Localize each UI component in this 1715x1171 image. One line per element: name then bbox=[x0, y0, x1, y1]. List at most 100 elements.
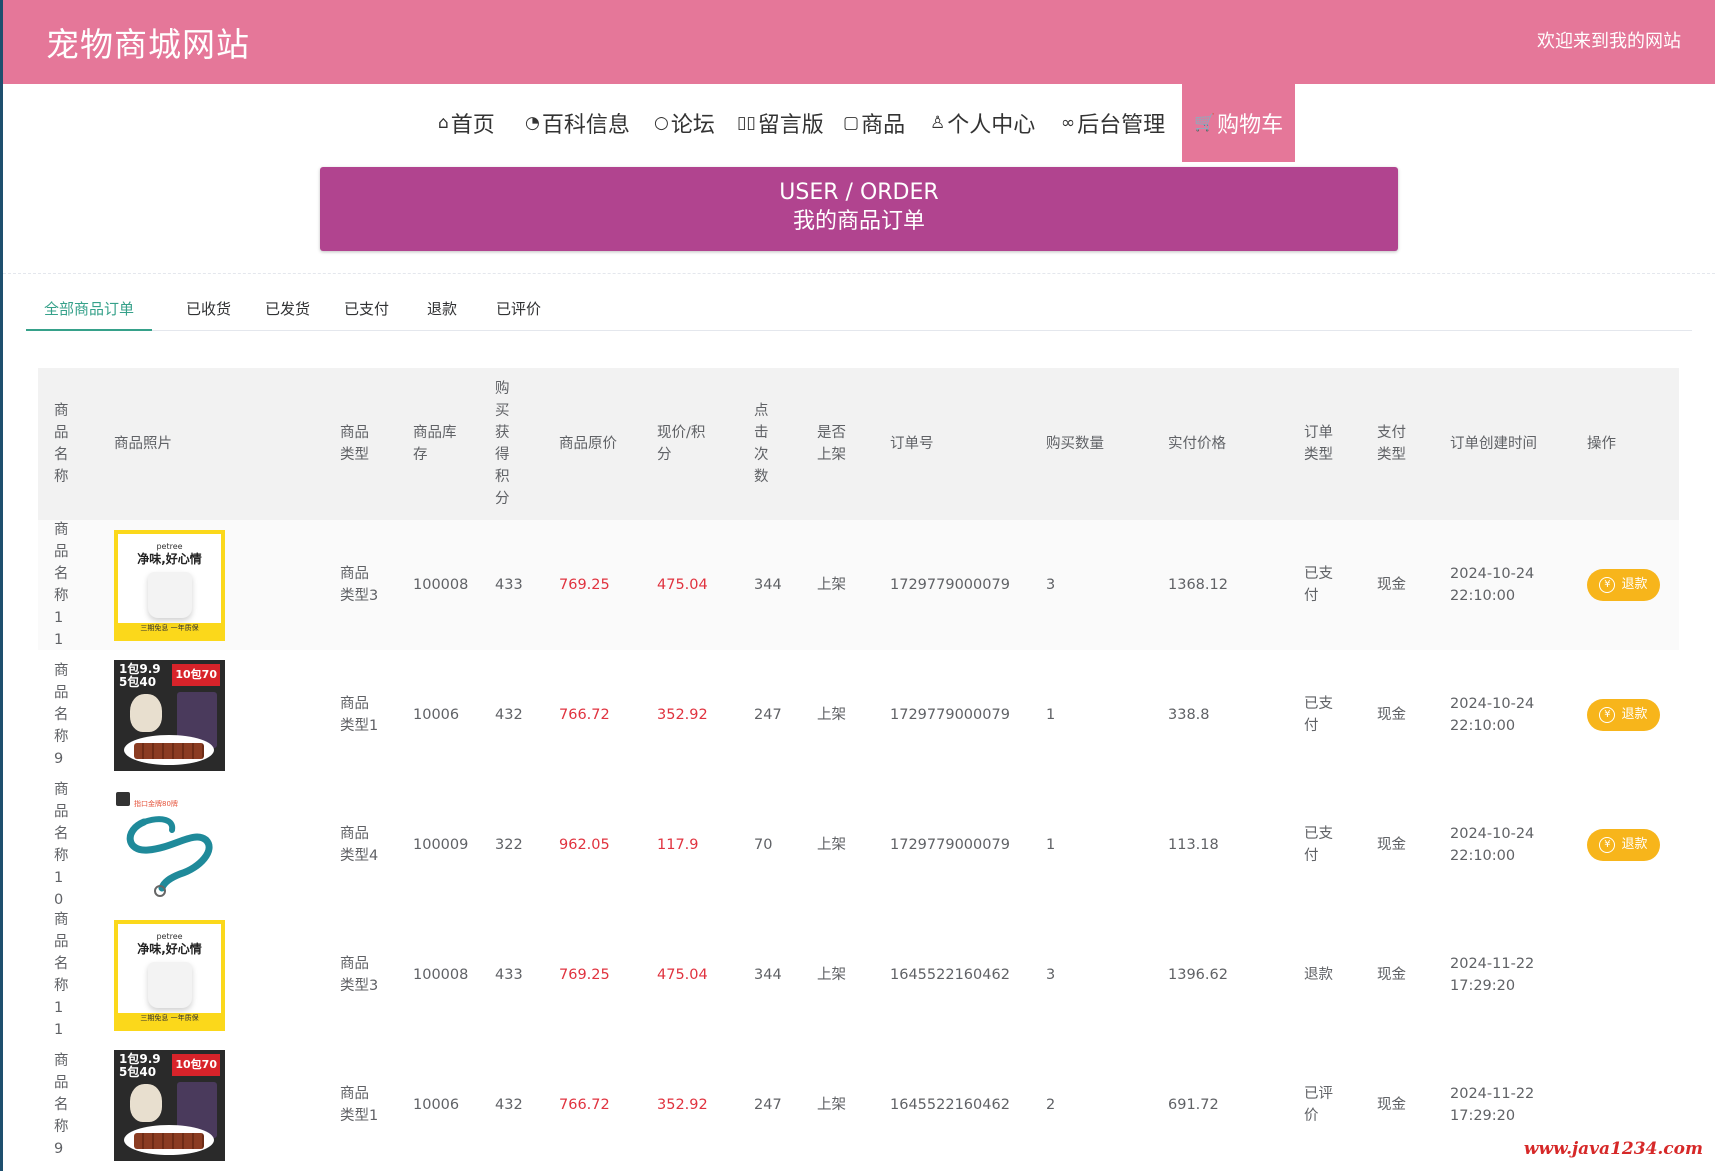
nav-label: 首页 bbox=[450, 113, 495, 138]
table-row: 商品名称9 商品类型1 10006 432 766.72 352.92 247 上架 16455… bbox=[38, 1040, 1679, 1170]
col-header-clicks: 点击次数 bbox=[754, 403, 769, 485]
treat-shape bbox=[134, 1132, 204, 1149]
nav-item-user-center[interactable]: ♙ 个人中心 bbox=[930, 84, 1035, 162]
photo-footer: 三期免息 一年质保 bbox=[140, 1013, 199, 1022]
orders-table: 商品名称 商品照片 商品类型 商品库存 购买获得积分 商品原价 现价/积分 点击… bbox=[38, 368, 1679, 1170]
nav-item-encyclopedia[interactable]: ◔ 百科信息 bbox=[525, 84, 630, 162]
user-icon: ♙ bbox=[930, 113, 946, 133]
cell-cur-price: 352.92 bbox=[657, 1097, 708, 1113]
cell-clicks: 344 bbox=[754, 577, 782, 593]
nav-item-cart[interactable]: 🛒 购物车 bbox=[1182, 84, 1296, 162]
nav-item-admin[interactable]: ∞ 后台管理 bbox=[1061, 84, 1165, 162]
nav-label: 留言版 bbox=[757, 113, 824, 138]
cell-created-date: 2024-10-24 bbox=[1450, 696, 1535, 712]
photo-promo-a: 1包9.9 bbox=[119, 1051, 161, 1066]
cell-orig-price: 766.72 bbox=[559, 1097, 610, 1113]
table-row: 商品名称11 商品类型3 100008 433 769.25 475.04 344 上架 172… bbox=[38, 520, 1679, 650]
tab-reviewed[interactable]: 已评价 bbox=[478, 292, 559, 331]
cell-clicks: 247 bbox=[754, 707, 782, 723]
refund-button[interactable]: ¥ 退款 bbox=[1587, 569, 1660, 601]
cell-clicks: 247 bbox=[754, 1097, 782, 1113]
cell-stock: 100008 bbox=[413, 577, 469, 593]
cell-order-type: 已评价 bbox=[1304, 1086, 1333, 1124]
cell-shelf: 上架 bbox=[817, 967, 846, 983]
col-header-pay-type: 支付类型 bbox=[1377, 425, 1406, 463]
cell-order-type: 已支付 bbox=[1304, 566, 1333, 604]
nav-item-products[interactable]: ▢ 商品 bbox=[843, 84, 905, 162]
cell-paid: 691.72 bbox=[1168, 1097, 1219, 1113]
nav-label: 购物车 bbox=[1217, 113, 1284, 138]
nav-label: 论坛 bbox=[670, 113, 715, 138]
cell-order-no: 1645522160462 bbox=[890, 967, 1010, 983]
dashboard-icon: ◔ bbox=[525, 113, 540, 133]
site-header: 宠物商城网站 欢迎来到我的网站 bbox=[3, 0, 1715, 84]
table-header: 商品名称 商品照片 商品类型 商品库存 购买获得积分 商品原价 现价/积分 点击… bbox=[38, 368, 1679, 520]
cell-orig-price: 769.25 bbox=[559, 967, 610, 983]
cell-cur-price: 475.04 bbox=[657, 577, 708, 593]
banner-subtitle: USER / ORDER bbox=[779, 180, 939, 205]
dog-shape bbox=[130, 1083, 162, 1122]
cell-pay-type: 现金 bbox=[1377, 707, 1406, 723]
photo-bg: petree 净味,好心情 bbox=[118, 533, 221, 623]
table-row: 商品名称9 商品类型1 10006 432 766.72 352.92 247 上架 17297… bbox=[38, 650, 1679, 780]
tab-refund[interactable]: 退款 bbox=[409, 292, 475, 331]
main-nav: ⌂ 首页 ◔ 百科信息 ○ 论坛 ▯▯ 留言版 ▢ 商品 ♙ 个人中心 ∞ 后台管理 🛒 购物车 bbox=[0, 84, 1715, 162]
tab-received[interactable]: 已收货 bbox=[168, 292, 249, 331]
divider bbox=[3, 273, 1715, 274]
cell-paid: 1368.12 bbox=[1168, 577, 1228, 593]
cell-pay-type: 现金 bbox=[1377, 967, 1406, 983]
cell-created-time: 17:29:20 bbox=[1450, 978, 1516, 994]
cell-name: 商品名称10 bbox=[54, 782, 69, 908]
cell-created-date: 2024-11-22 bbox=[1450, 1086, 1535, 1102]
col-header-points: 购买获得积分 bbox=[495, 381, 510, 507]
treat-shape bbox=[134, 742, 204, 759]
nav-item-home[interactable]: ⌂ 首页 bbox=[438, 84, 495, 162]
nav-item-messages[interactable]: ▯▯ 留言版 bbox=[737, 84, 824, 162]
cell-name: 商品名称9 bbox=[54, 663, 69, 767]
photo-tag: 指口金牌80牌 bbox=[134, 799, 178, 808]
cell-cur-price: 475.04 bbox=[657, 967, 708, 983]
cell-order-no: 1645522160462 bbox=[890, 1097, 1010, 1113]
refund-button[interactable]: ¥ 退款 bbox=[1587, 699, 1660, 731]
window-edge bbox=[0, 0, 3, 1171]
cell-points: 322 bbox=[495, 837, 523, 853]
cell-shelf: 上架 bbox=[817, 837, 846, 853]
cell-created-time: 22:10:00 bbox=[1450, 848, 1516, 864]
refund-button[interactable]: ¥ 退款 bbox=[1587, 829, 1660, 861]
col-header-photo: 商品照片 bbox=[114, 436, 172, 452]
yen-icon: ¥ bbox=[1599, 837, 1616, 853]
product-shape bbox=[148, 571, 192, 618]
cell-paid: 338.8 bbox=[1168, 707, 1210, 723]
cell-pay-type: 现金 bbox=[1377, 1097, 1406, 1113]
chat-icon: ○ bbox=[654, 113, 669, 133]
nav-label: 商品 bbox=[861, 113, 906, 138]
cell-shelf: 上架 bbox=[817, 707, 846, 723]
cart-icon: 🛒 bbox=[1194, 113, 1216, 133]
cell-type: 商品类型3 bbox=[340, 956, 379, 994]
photo-slogan: 净味,好心情 bbox=[137, 941, 202, 956]
tab-paid[interactable]: 已支付 bbox=[326, 292, 407, 331]
home-icon: ⌂ bbox=[438, 113, 449, 133]
yen-icon: ¥ bbox=[1599, 707, 1616, 723]
cell-orig-price: 766.72 bbox=[559, 707, 610, 723]
cell-name: 商品名称11 bbox=[54, 912, 69, 1038]
cell-qty: 3 bbox=[1046, 577, 1056, 593]
col-header-name: 商品名称 bbox=[54, 403, 69, 485]
cell-points: 433 bbox=[495, 577, 523, 593]
cell-created-time: 17:29:20 bbox=[1450, 1108, 1516, 1124]
tab-all-orders[interactable]: 全部商品订单 bbox=[26, 292, 153, 331]
cell-shelf: 上架 bbox=[817, 1097, 846, 1113]
col-header-type: 商品类型 bbox=[340, 425, 369, 463]
cell-order-no: 1729779000079 bbox=[890, 707, 1010, 723]
product-photo: 指口金牌80牌 bbox=[114, 789, 225, 901]
cell-qty: 3 bbox=[1046, 967, 1056, 983]
nav-item-forum[interactable]: ○ 论坛 bbox=[654, 84, 715, 162]
page-banner: USER / ORDER 我的商品订单 bbox=[320, 167, 1398, 251]
cell-points: 432 bbox=[495, 707, 523, 723]
refund-label: 退款 bbox=[1621, 707, 1648, 722]
tab-shipped[interactable]: 已发货 bbox=[247, 292, 328, 331]
cell-stock: 100008 bbox=[413, 967, 469, 983]
cell-cur-price: 117.9 bbox=[657, 837, 699, 853]
cell-order-type: 已支付 bbox=[1304, 696, 1333, 734]
photo-promo: 1包9.9 5包40 bbox=[119, 662, 161, 689]
